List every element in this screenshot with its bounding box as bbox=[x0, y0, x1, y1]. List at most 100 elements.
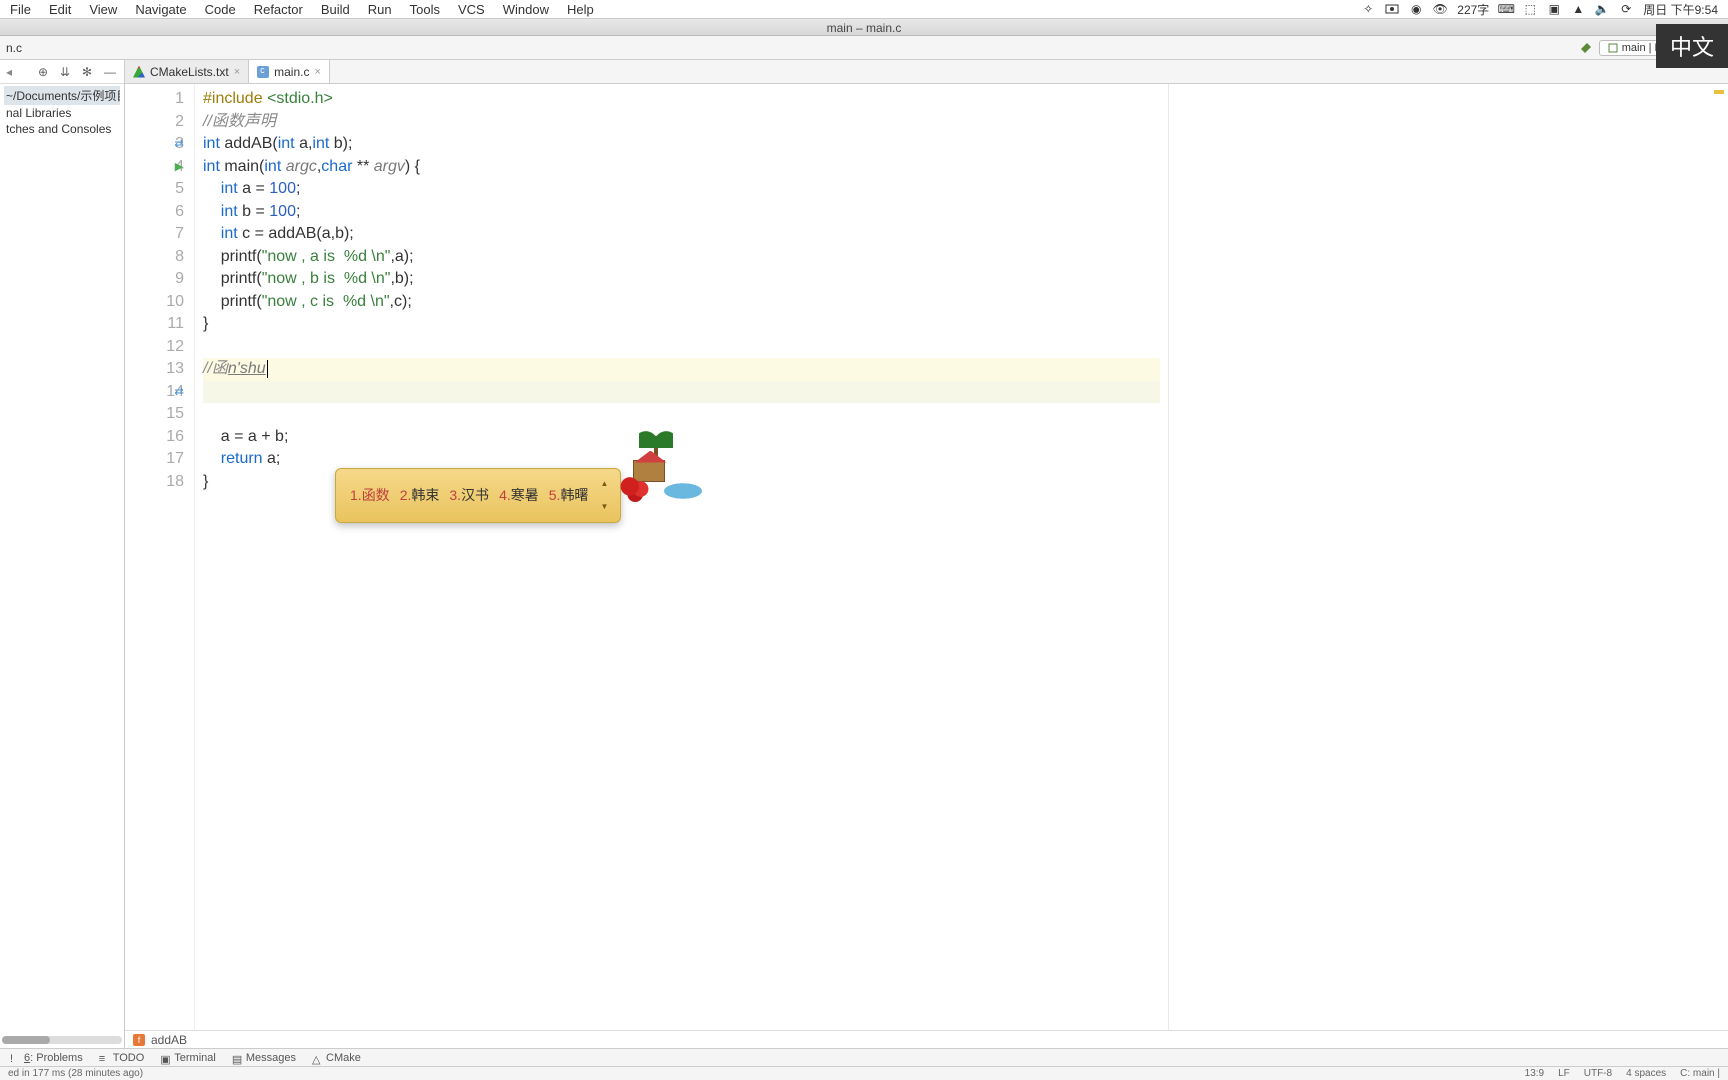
close-tab-icon[interactable]: × bbox=[314, 66, 320, 78]
menu-edit[interactable]: Edit bbox=[49, 2, 71, 17]
code-line[interactable]: printf("now , c is %d \n",c); bbox=[203, 291, 1160, 314]
code-line[interactable]: //函数声明 bbox=[203, 111, 1160, 134]
menu-run[interactable]: Run bbox=[368, 2, 392, 17]
main-toolbar: n.c main | Debug ▾ bbox=[0, 36, 1728, 60]
function-icon: f bbox=[133, 1034, 145, 1046]
sync-icon[interactable]: ⇄ bbox=[174, 381, 183, 404]
editor-breadcrumb[interactable]: f addAB bbox=[125, 1030, 1728, 1048]
ime-language-indicator: 中文 bbox=[1656, 24, 1728, 68]
breadcrumb-label: addAB bbox=[151, 1033, 187, 1047]
close-tab-icon[interactable]: × bbox=[234, 66, 240, 78]
collapse-icon[interactable]: ⇊ bbox=[60, 65, 74, 79]
line-gutter: 123456789101112131415161718 ⇄▶⇄ bbox=[125, 84, 195, 1030]
tab-label: CMakeLists.txt bbox=[150, 65, 229, 79]
menu-file[interactable]: File bbox=[10, 2, 31, 17]
tray-icon[interactable]: ⬚ bbox=[1523, 2, 1537, 16]
tool-tab-todo[interactable]: ≡TODO bbox=[99, 1052, 145, 1064]
tool-tab-icon: ▣ bbox=[160, 1053, 170, 1063]
ime-candidate[interactable]: 4.寒暑 bbox=[495, 484, 543, 507]
sync-icon[interactable]: ⇄ bbox=[174, 133, 183, 156]
code-editor[interactable]: 123456789101112131415161718 ⇄▶⇄ #include… bbox=[125, 84, 1728, 1030]
code-line[interactable]: int c = addAB(a,b); bbox=[203, 223, 1160, 246]
project-root[interactable]: ~/Documents/示例项目 bbox=[4, 86, 120, 105]
error-stripe-marker[interactable] bbox=[1714, 90, 1724, 94]
menu-window[interactable]: Window bbox=[503, 2, 549, 17]
context-label: C: main | bbox=[1680, 1068, 1720, 1079]
sidebar-toolbar: ◂ ⊕ ⇊ ✻ — bbox=[0, 60, 124, 84]
tray-icon[interactable]: ▲ bbox=[1571, 2, 1585, 16]
code-line[interactable]: #include <stdio.h> bbox=[203, 88, 1160, 111]
ime-candidate[interactable]: 5.韩曙 bbox=[545, 484, 593, 507]
tray-icon[interactable]: ⌨ bbox=[1499, 2, 1513, 16]
system-menubar: File Edit View Navigate Code Refactor Build Run… bbox=[0, 0, 1728, 18]
status-bar: ed in 177 ms (28 minutes ago) 13:9 LF UT… bbox=[0, 1066, 1728, 1080]
tray-icon[interactable]: ⟳ bbox=[1619, 2, 1633, 16]
caret-position[interactable]: 13:9 bbox=[1525, 1068, 1544, 1079]
tool-tab-problems[interactable]: !6: Problems bbox=[10, 1052, 83, 1064]
tray-icon[interactable]: ✧ bbox=[1361, 2, 1375, 16]
tool-tab-icon: ! bbox=[10, 1053, 20, 1063]
c-file-icon bbox=[257, 66, 269, 78]
menu-code[interactable]: Code bbox=[205, 2, 236, 17]
file-encoding[interactable]: UTF-8 bbox=[1584, 1068, 1612, 1079]
menu-refactor[interactable]: Refactor bbox=[254, 2, 303, 17]
menu-build[interactable]: Build bbox=[321, 2, 350, 17]
editor-right-margin bbox=[1168, 84, 1728, 1030]
project-sidebar: ◂ ⊕ ⇊ ✻ — ~/Documents/示例项目 nal Libraries… bbox=[0, 60, 125, 1048]
ime-page-arrows[interactable]: ▲▼ bbox=[598, 473, 610, 518]
menu-navigate[interactable]: Navigate bbox=[135, 2, 186, 17]
code-line[interactable]: int main(int argc,char ** argv) { bbox=[203, 156, 1160, 179]
nav-breadcrumb[interactable]: n.c bbox=[6, 41, 22, 55]
sidebar-item[interactable]: nal Libraries bbox=[4, 105, 120, 121]
menu-view[interactable]: View bbox=[89, 2, 117, 17]
tool-tab-icon: △ bbox=[312, 1053, 322, 1063]
code-line[interactable]: int a = 100; bbox=[203, 178, 1160, 201]
tool-tab-cmake[interactable]: △CMake bbox=[312, 1052, 361, 1064]
bottom-tool-tabs: !6: Problems ≡TODO ▣Terminal ▤Messages △CMak… bbox=[0, 1048, 1728, 1066]
menu-vcs[interactable]: VCS bbox=[458, 2, 485, 17]
editor-tab[interactable]: CMakeLists.txt × bbox=[125, 60, 249, 83]
hide-icon[interactable]: — bbox=[104, 65, 118, 79]
indent-setting[interactable]: 4 spaces bbox=[1626, 1068, 1666, 1079]
tray-icon[interactable]: ◉ bbox=[1409, 2, 1423, 16]
char-count: 227字 bbox=[1457, 1, 1489, 18]
target-icon[interactable]: ⊕ bbox=[38, 65, 52, 79]
menu-tools[interactable]: Tools bbox=[410, 2, 440, 17]
clock[interactable]: 周日 下午9:54 bbox=[1643, 1, 1718, 18]
ime-candidate-popup[interactable]: 1.函数2.韩束3.汉书4.寒暑5.韩曙▲▼ bbox=[335, 468, 701, 523]
tool-tab-icon: ▤ bbox=[232, 1053, 242, 1063]
tray-icon[interactable]: ▣ bbox=[1547, 2, 1561, 16]
build-icon[interactable] bbox=[1579, 41, 1593, 55]
tray-icon[interactable] bbox=[1385, 2, 1399, 16]
editor-tabs: CMakeLists.txt × main.c × bbox=[125, 60, 1728, 84]
prev-icon[interactable]: ◂ bbox=[6, 65, 12, 79]
code-line[interactable] bbox=[203, 336, 1160, 359]
tool-tab-messages[interactable]: ▤Messages bbox=[232, 1052, 296, 1064]
volume-icon[interactable]: 🔈 bbox=[1595, 2, 1609, 16]
menu-help[interactable]: Help bbox=[567, 2, 594, 17]
code-area[interactable]: #include <stdio.h>//函数声明int addAB(int a,… bbox=[195, 84, 1168, 1030]
code-line[interactable]: printf("now , a is %d \n",a); bbox=[203, 246, 1160, 269]
window-title: main – main.c bbox=[0, 18, 1728, 36]
ime-candidate[interactable]: 2.韩束 bbox=[396, 484, 444, 507]
code-line[interactable] bbox=[203, 381, 1160, 404]
code-line[interactable]: printf("now , b is %d \n",b); bbox=[203, 268, 1160, 291]
tab-label: main.c bbox=[274, 65, 309, 79]
code-line[interactable]: } bbox=[203, 313, 1160, 336]
editor-tab[interactable]: main.c × bbox=[249, 60, 330, 83]
sidebar-scrollbar[interactable] bbox=[2, 1036, 122, 1044]
ime-candidate[interactable]: 3.汉书 bbox=[445, 484, 493, 507]
code-line[interactable]: int b = 100; bbox=[203, 201, 1160, 224]
code-line[interactable] bbox=[203, 403, 1160, 426]
ime-candidate[interactable]: 1.函数 bbox=[346, 484, 394, 507]
run-gutter-icon[interactable]: ▶ bbox=[175, 156, 183, 179]
status-message: ed in 177 ms (28 minutes ago) bbox=[8, 1068, 143, 1079]
settings-icon[interactable]: ✻ bbox=[82, 65, 96, 79]
sidebar-item[interactable]: tches and Consoles bbox=[4, 121, 120, 137]
code-line[interactable]: int addAB(int a,int b); bbox=[203, 133, 1160, 156]
tool-tab-terminal[interactable]: ▣Terminal bbox=[160, 1052, 216, 1064]
ime-skin-graphic bbox=[611, 426, 701, 516]
tray-icon[interactable]: 👁 bbox=[1433, 2, 1447, 16]
code-line[interactable]: //函n'shu bbox=[203, 358, 1160, 381]
line-separator[interactable]: LF bbox=[1558, 1068, 1570, 1079]
